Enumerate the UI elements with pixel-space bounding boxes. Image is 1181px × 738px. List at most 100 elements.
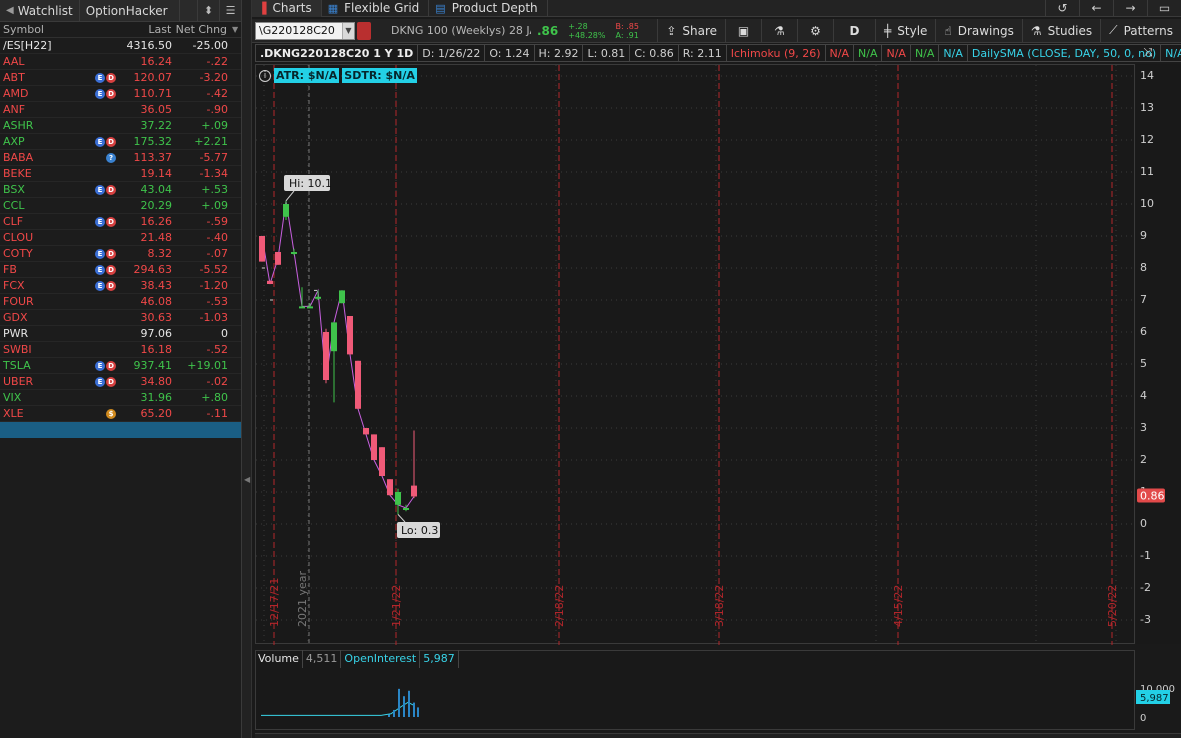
atr-label[interactable]: ATR: $N/A [274, 68, 340, 83]
earnings-icon[interactable]: E [95, 360, 105, 371]
dividend-icon[interactable]: D [106, 280, 116, 291]
snapshot-button[interactable]: ▣ [725, 18, 761, 43]
watchlist-row[interactable]: FB E D 294.63 -5.52 [0, 262, 241, 278]
watchlist-row[interactable]: TSLA E D 937.41 +19.01 [0, 358, 241, 374]
watchlist-row[interactable]: ASHR 37.22 +.09 [0, 118, 241, 134]
watchlist-row[interactable]: ABT E D 120.07 -3.20 [0, 70, 241, 86]
earnings-icon[interactable]: E [95, 184, 105, 195]
watchlist-row[interactable]: AMD E D 110.71 -.42 [0, 86, 241, 102]
watchlist-symbol[interactable]: UBER [0, 375, 62, 388]
watchlist-selected-row[interactable] [0, 422, 241, 438]
column-symbol[interactable]: Symbol [0, 23, 120, 36]
chart-header-value[interactable]: N/A [854, 44, 883, 62]
dividend-icon[interactable]: D [106, 360, 116, 371]
watchlist-symbol[interactable]: FCX [0, 279, 62, 292]
dividend-icon[interactable]: D [106, 376, 116, 387]
chart-header-value[interactable]: N/A [1161, 44, 1181, 62]
earnings-icon[interactable]: E [95, 88, 105, 99]
watchlist-symbol[interactable]: ABT [0, 71, 62, 84]
watchlist-symbol[interactable]: BABA [0, 151, 62, 164]
panel-splitter[interactable]: ◀ [242, 0, 252, 738]
watchlist-row[interactable]: BSX E D 43.04 +.53 [0, 182, 241, 198]
chart-header-value[interactable]: Ichimoku (9, 26) [726, 44, 826, 62]
undo-icon[interactable]: ↺ [1045, 0, 1079, 17]
forward-icon[interactable]: → [1113, 0, 1147, 17]
watchlist-symbol[interactable]: FOUR [0, 295, 62, 308]
menu-icon[interactable]: ☰ [219, 0, 241, 22]
watchlist-row[interactable]: CCL 20.29 +.09 [0, 198, 241, 214]
watchlist-row[interactable]: /ES[H22] 4316.50 -25.00 [0, 38, 241, 54]
watchlist-symbol[interactable]: ASHR [0, 119, 62, 132]
earnings-icon[interactable]: E [95, 216, 105, 227]
watchlist-row[interactable]: UBER E D 34.80 -.02 [0, 374, 241, 390]
price-chart-panel[interactable]: 12/17/21 1/21/22 2/18/22 3/18/22 4/15/22 5/20… [255, 64, 1136, 645]
tab-watchlist[interactable]: ◀ Watchlist [0, 0, 80, 22]
chart-header-value[interactable]: N/A [882, 44, 911, 62]
watchlist-row[interactable]: AAL 16.24 -.22 [0, 54, 241, 70]
watchlist-symbol[interactable]: CLOU [0, 231, 62, 244]
chart-header-value[interactable]: N/A [939, 44, 968, 62]
watchlist-symbol[interactable]: AMD [0, 87, 62, 100]
watchlist-row[interactable]: FCX E D 38.43 -1.20 [0, 278, 241, 294]
watchlist-symbol[interactable]: BEKE [0, 167, 62, 180]
watchlist-symbol[interactable]: XLE [0, 407, 62, 420]
earnings-icon[interactable]: E [95, 280, 105, 291]
dividend-icon[interactable]: D [106, 264, 116, 275]
question-icon[interactable]: ? [106, 152, 116, 163]
watchlist-symbol[interactable]: BSX [0, 183, 62, 196]
watchlist-symbol[interactable]: AXP [0, 135, 62, 148]
column-dropdown-icon[interactable]: ▼ [229, 25, 241, 34]
chevron-down-icon[interactable]: ▼ [342, 22, 354, 39]
dividend-icon[interactable]: D [106, 248, 116, 259]
pin-icon[interactable]: ⤨ [1143, 45, 1153, 60]
collapse-arrow-icon[interactable]: ◀ [6, 0, 14, 22]
tab-optionhacker[interactable]: OptionHacker [80, 0, 180, 22]
watchlist-row[interactable]: ANF 36.05 -.90 [0, 102, 241, 118]
sdtr-label[interactable]: SDTR: $N/A [342, 68, 417, 83]
watchlist-symbol[interactable]: PWR [0, 327, 62, 340]
dividend-icon[interactable]: D [106, 72, 116, 83]
column-net-change[interactable]: Net Chng [171, 23, 229, 36]
drawings-button[interactable]: ☝ Drawings [935, 18, 1021, 43]
symbol-link-icon[interactable] [357, 21, 371, 40]
watchlist-symbol[interactable]: TSLA [0, 359, 62, 372]
watchlist-row[interactable]: CLF E D 16.26 -.59 [0, 214, 241, 230]
watchlist-row[interactable]: BABA? 113.37 -5.77 [0, 150, 241, 166]
tab-product-depth[interactable]: ▤ Product Depth [429, 0, 548, 17]
dividend-icon[interactable]: D [106, 216, 116, 227]
watchlist-row[interactable]: CLOU 21.48 -.40 [0, 230, 241, 246]
watchlist-row[interactable]: XLE $65.20 -.11 [0, 406, 241, 422]
column-last[interactable]: Last [120, 23, 171, 36]
watchlist-row[interactable]: AXP E D 175.32 +2.21 [0, 134, 241, 150]
earnings-icon[interactable]: E [95, 136, 105, 147]
earnings-icon[interactable]: E [95, 248, 105, 259]
watchlist-symbol[interactable]: VIX [0, 391, 62, 404]
watchlist-row[interactable]: COTY E D 8.32 -.07 [0, 246, 241, 262]
watchlist-row[interactable]: GDX 30.63 -1.03 [0, 310, 241, 326]
watchlist-symbol[interactable]: AAL [0, 55, 62, 68]
tab-flexible-grid[interactable]: ▦ Flexible Grid [322, 0, 430, 17]
spinner-icon[interactable]: ⬍ [197, 0, 219, 22]
watchlist-row[interactable]: VIX 31.96 +.80 [0, 390, 241, 406]
watchlist-symbol[interactable]: CCL [0, 199, 62, 212]
dividend-icon[interactable]: D [106, 88, 116, 99]
watchlist-symbol[interactable]: GDX [0, 311, 62, 324]
chart-header-value[interactable]: DailySMA (CLOSE, DAY, 50, 0, no) [967, 44, 1162, 62]
watchlist-row[interactable]: SWBI 16.18 -.52 [0, 342, 241, 358]
tab-charts[interactable]: ▐ Charts [252, 0, 322, 17]
earnings-icon[interactable]: E [95, 376, 105, 387]
patterns-button[interactable]: ⟋ Patterns [1100, 18, 1181, 43]
watchlist-symbol[interactable]: FB [0, 263, 62, 276]
dividend-icon[interactable]: D [106, 184, 116, 195]
lab-button[interactable]: ⚗ [761, 18, 797, 43]
event-icon[interactable]: $ [106, 408, 116, 419]
watchlist-symbol[interactable]: ANF [0, 103, 62, 116]
earnings-icon[interactable]: E [95, 72, 105, 83]
info-icon[interactable]: i [259, 69, 271, 82]
price-chart[interactable]: 12/17/21 1/21/22 2/18/22 3/18/22 4/15/22 5/20… [256, 65, 1136, 645]
watchlist-row[interactable]: FOUR 46.08 -.53 [0, 294, 241, 310]
watchlist-row[interactable]: PWR 97.06 0 [0, 326, 241, 342]
style-button[interactable]: ╪ Style [875, 18, 935, 43]
price-axis[interactable]: 14131211109876543210-1-2-30.86 [1136, 64, 1181, 644]
symbol-input[interactable]: \G220128C20 ▼ [255, 21, 355, 40]
